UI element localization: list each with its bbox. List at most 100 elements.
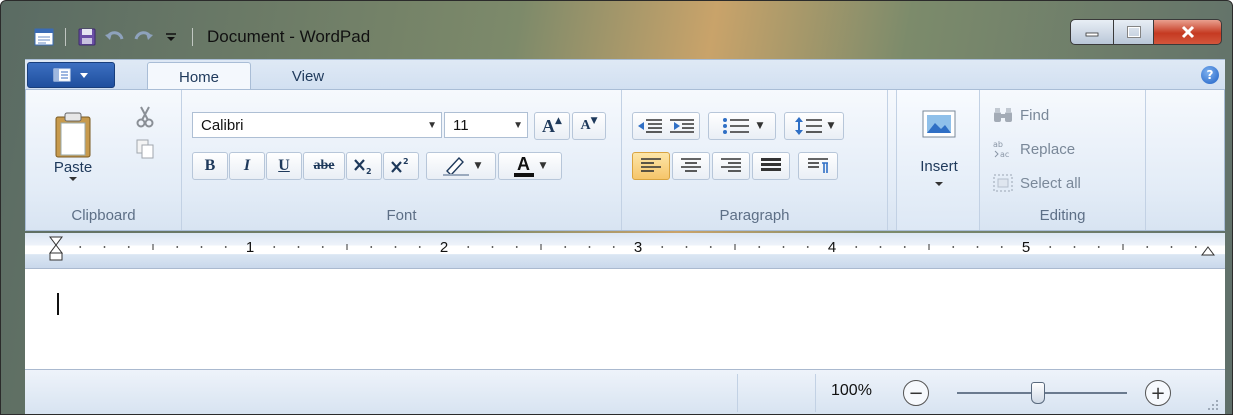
ruler-dot [321,246,324,248]
help-button[interactable]: ? [1201,66,1219,84]
text-color-button[interactable]: A ▼ [498,152,562,180]
font-group: Calibri ▼ 11 ▼ A ▲ A ▼ B I U abe 2 2 ▼ A… [182,90,622,230]
qat-separator [65,28,66,46]
undo-icon[interactable] [104,26,126,48]
horizontal-ruler[interactable]: 1 2 3 4 5 [25,233,1225,269]
underline-icon: U [278,157,290,174]
font-size-combo[interactable]: 11 ▼ [444,112,528,138]
svg-text:ac: ac [1000,150,1009,159]
svg-text:2: 2 [366,167,372,175]
zoom-level[interactable]: 100% [831,382,872,400]
svg-text:ab: ab [993,140,1003,149]
ruler-dot [806,246,809,248]
maximize-button[interactable] [1114,19,1154,45]
clipboard-group: Paste Clipboard [26,90,182,230]
hanging-indent-marker[interactable] [49,244,63,261]
caret-up-icon: ▲ [555,116,562,126]
plus-icon: + [1150,382,1166,404]
line-spacing-button[interactable]: ▼ [784,112,844,140]
shrink-font-button[interactable]: A ▼ [572,112,606,140]
ruler-dot [879,246,882,248]
application-menu-button[interactable] [27,62,115,88]
align-center-button[interactable] [672,152,710,180]
quick-access-toolbar: Document - WordPad [33,25,370,49]
insert-label: Insert [920,158,958,175]
tab-view[interactable]: View [273,62,343,91]
font-family-combo[interactable]: Calibri ▼ [192,112,442,138]
chevron-down-icon: ▼ [474,161,482,171]
ruler-dot [515,246,518,248]
ruler-dot [903,246,906,248]
subscript-button[interactable]: 2 [346,152,382,180]
tab-home[interactable]: Home [147,62,251,91]
text-color-letter: A [517,153,531,174]
right-indent-marker[interactable] [1201,246,1215,256]
ruler-dot [976,246,979,248]
superscript-button[interactable]: 2 [383,152,419,180]
zoom-in-button[interactable]: + [1145,380,1171,406]
select-all-button[interactable]: Select all [992,170,1081,196]
chevron-down-icon [69,176,77,181]
ruler-dot [418,246,421,248]
ruler-number: 1 [246,239,254,256]
underline-button[interactable]: U [266,152,302,180]
justify-button[interactable] [752,152,790,180]
window-title: Document - WordPad [207,27,371,46]
decrease-indent-icon[interactable] [638,119,662,133]
minimize-button[interactable] [1070,19,1114,45]
find-label: Find [1020,106,1050,124]
align-right-button[interactable] [712,152,750,180]
customize-qat-icon[interactable] [160,26,182,48]
paragraph-icon [808,158,828,173]
subscript-icon: 2 [354,159,372,175]
strikethrough-button[interactable]: abe [303,152,345,180]
highlight-color-button[interactable]: ▼ [426,152,496,180]
ruler-dot [661,246,664,248]
ruler-ticks: 1 2 3 4 5 [49,236,1215,261]
text-color-icon: A [513,153,534,177]
zoom-out-button[interactable]: − [903,380,929,406]
replace-icon: ab ac [993,140,1009,159]
minimize-icon [1085,32,1099,37]
shrink-font-icon: A [580,118,591,133]
insert-button[interactable]: Insert [901,98,977,224]
save-icon[interactable] [76,26,98,48]
paste-button[interactable]: Paste [40,100,106,192]
zoom-slider-thumb[interactable] [1031,382,1045,404]
ruler-dot [1000,246,1003,248]
highlighter-icon [442,156,469,177]
editing-group-label: Editing [1039,207,1086,224]
italic-icon: I [243,157,251,174]
replace-button[interactable]: ab ac Replace [992,136,1075,162]
ruler-number: 3 [634,239,642,256]
align-center-icon [681,158,701,172]
find-button[interactable]: Find [992,102,1049,128]
bold-button[interactable]: B [192,152,228,180]
redo-icon[interactable] [132,26,154,48]
grow-font-button[interactable]: A ▲ [534,112,570,140]
cut-button[interactable] [130,104,160,130]
minus-icon: − [908,382,924,404]
first-line-indent-marker[interactable] [49,236,63,246]
app-menu-icon [53,68,71,82]
ruler-number: 5 [1022,239,1030,256]
document-editor[interactable] [25,269,1225,369]
paste-label: Paste [53,158,93,176]
increase-indent-icon[interactable] [670,119,694,133]
ruler-dot [1049,246,1052,248]
align-right-icon [721,158,741,172]
paragraph-settings-button[interactable] [798,152,838,180]
editing-group: Find ab ac Replace Select all Editing [980,90,1146,230]
ruler-dot [200,246,203,248]
insert-group: Insert [896,90,980,230]
ruler-number: 4 [828,239,836,256]
font-family-value: Calibri [201,116,244,134]
ruler-dot [1097,246,1100,248]
italic-button[interactable]: I [229,152,265,180]
close-button[interactable] [1154,19,1222,45]
copy-button[interactable] [130,136,160,162]
wordpad-app-icon[interactable] [33,26,55,48]
bullet-list-button[interactable]: ▼ [708,112,776,140]
resize-grip-icon[interactable] [1207,399,1219,411]
align-left-button[interactable] [632,152,670,180]
